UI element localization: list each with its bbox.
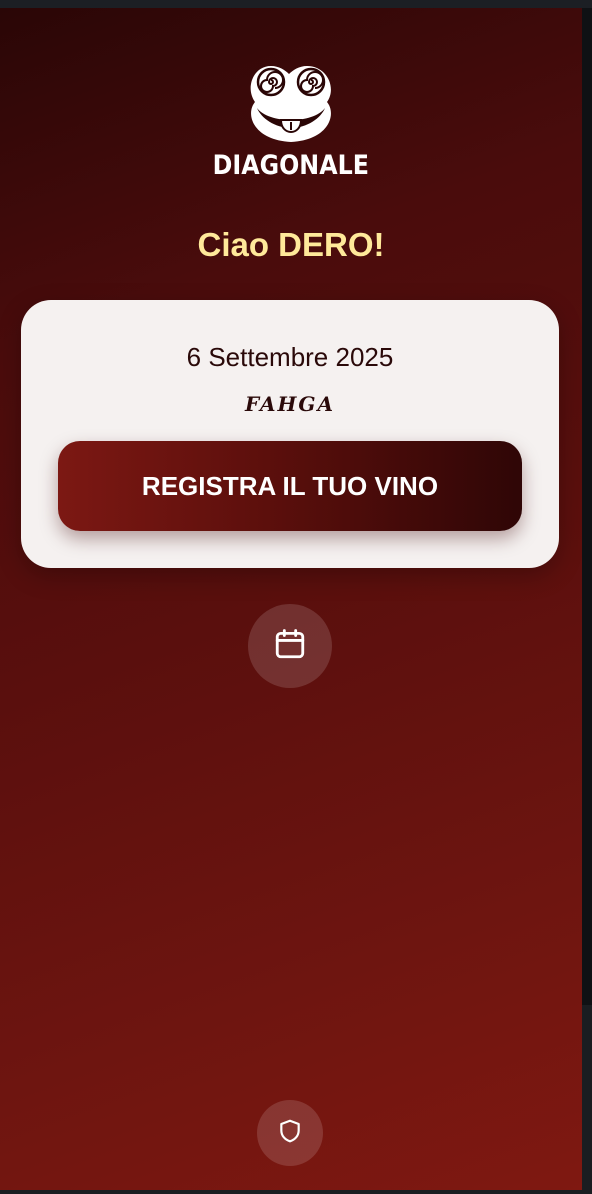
shield-icon: [277, 1118, 303, 1148]
calendar-button[interactable]: [248, 604, 332, 688]
shield-button[interactable]: [257, 1100, 323, 1166]
event-card: 6 Settembre 2025 FAHGA REGISTRA IL TUO V…: [21, 300, 559, 568]
window-edge: [582, 8, 592, 1008]
event-date: 6 Settembre 2025: [186, 342, 394, 372]
calendar-icon: [273, 627, 307, 665]
brand-logo: DIAGONALE: [0, 58, 582, 179]
brand-name: DIAGONALE: [212, 150, 370, 181]
window-edge-lower: [582, 1005, 592, 1194]
window-top-bar: [0, 0, 592, 8]
event-signature: FAHGA: [244, 392, 336, 416]
register-wine-button[interactable]: REGISTRA IL TUO VINO: [58, 441, 522, 531]
smiling-face-logo-icon: [241, 58, 341, 148]
app-screen: DIAGONALE Ciao DERO! 6 Settembre 2025 FA…: [0, 8, 582, 1190]
greeting-title: Ciao DERO!: [197, 226, 385, 263]
